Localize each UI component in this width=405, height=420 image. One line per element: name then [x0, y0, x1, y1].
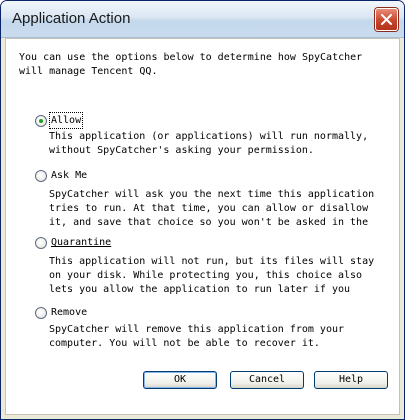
radio-quarantine[interactable] [35, 237, 47, 249]
title-bar[interactable]: Application Action [1, 1, 404, 38]
option-remove-label[interactable]: Remove [51, 306, 87, 319]
close-button[interactable] [375, 8, 398, 31]
option-quarantine-description: This application will not run, but its f… [49, 256, 375, 295]
option-allow-label[interactable]: Allow [48, 112, 84, 129]
option-ask-me-label[interactable]: Ask Me [51, 169, 87, 182]
close-icon [381, 14, 392, 25]
dialog-body: You can use the options below to determi… [5, 38, 400, 415]
radio-allow[interactable] [35, 115, 47, 127]
help-button[interactable]: Help [314, 371, 388, 389]
option-allow-description: This application (or applications) will … [49, 131, 369, 156]
intro-text: You can use the options below to determi… [19, 52, 363, 77]
option-ask-me-description: SpyCatcher will ask you the next time th… [49, 189, 375, 228]
option-remove-description: SpyCatcher will remove this application … [49, 324, 345, 349]
radio-ask-me[interactable] [35, 170, 47, 182]
ok-button[interactable]: OK [143, 371, 217, 389]
cancel-button[interactable]: Cancel [230, 371, 304, 389]
option-quarantine-label[interactable]: Quarantine [51, 236, 111, 249]
window-title: Application Action [12, 10, 131, 27]
radio-remove[interactable] [35, 307, 47, 319]
application-action-dialog: Application Action You can use the optio… [0, 0, 405, 420]
